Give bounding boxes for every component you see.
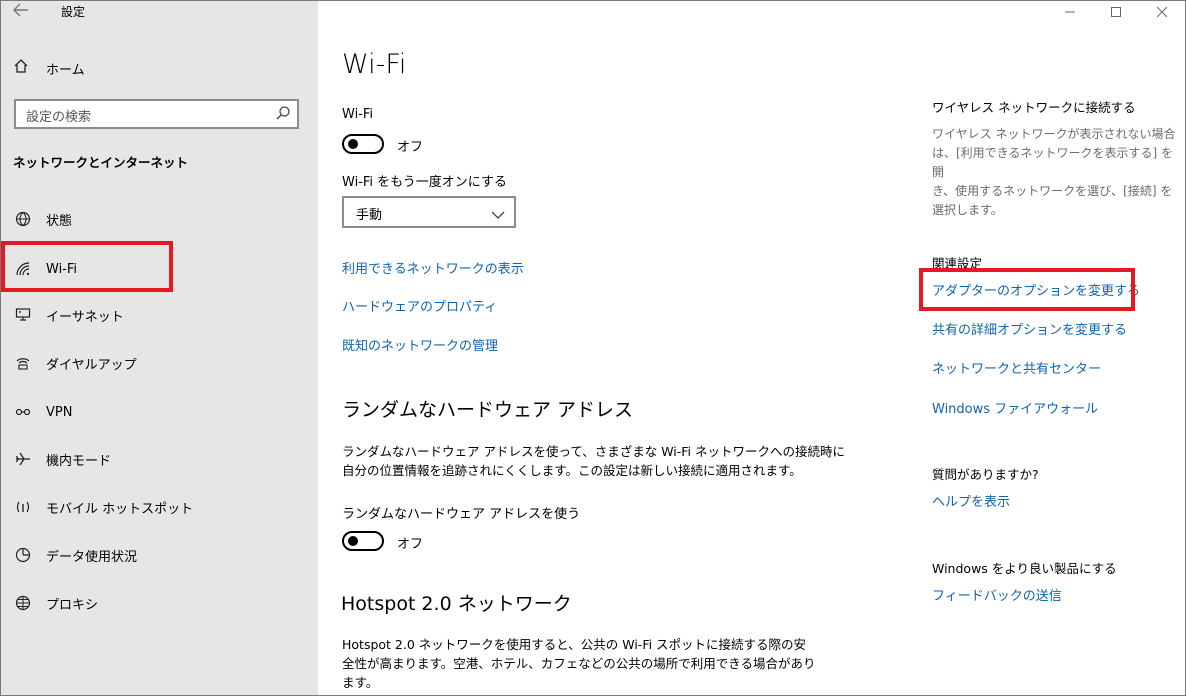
close-icon[interactable] [1139,1,1185,23]
link-hardware-properties[interactable]: ハードウェアのプロパティ [342,296,497,315]
window-controls [1047,1,1185,23]
wireless-desc-line2: は、[利用できるネットワークを表示する] を開 [932,146,1173,179]
wifi-highlight-box [1,241,173,292]
page-title: Wi-Fi [342,49,407,80]
sidebar-item-label: プロキシ [46,597,99,613]
search-placeholder: 設定の検索 [26,110,92,125]
random-hw-desc-line2: 自分の位置情報を追跡されにくくします。この設定は新しい接続に適用されます。 [342,463,802,478]
hotspot-icon [13,497,33,517]
sidebar-item-label: ダイヤルアップ [46,357,137,373]
search-input[interactable]: 設定の検索 [14,99,299,129]
wireless-desc-line3: き、使用するネットワークを選び、[接続] を [932,184,1173,198]
random-hw-toggle-state: オフ [397,537,424,552]
sidebar-item-label: データ使用状況 [46,549,138,565]
chevron-down-icon [491,206,505,219]
sidebar-home[interactable]: ホーム [13,57,85,79]
turn-on-again-dropdown[interactable]: 手動 [342,196,516,228]
wireless-heading: ワイヤレス ネットワークに接続する [932,100,1136,115]
improve-heading: Windows をより良い製品にする [932,561,1117,576]
sidebar-home-label: ホーム [46,62,85,78]
link-manage-known-networks[interactable]: 既知のネットワークの管理 [342,335,498,354]
sidebar-section-title: ネットワークとインターネット [13,155,189,170]
random-hw-heading: ランダムなハードウェア アドレス [342,399,634,421]
sidebar: 設定 ホーム 設定の検索 ネットワークとインターネット 状態 Wi-Fi イーサ… [1,1,318,695]
window-title: 設定 [61,5,86,19]
toggle-knob [348,536,358,546]
sidebar-item-proxy[interactable]: プロキシ [13,591,98,615]
sidebar-item-airplane[interactable]: 機内モード [13,447,111,471]
search-icon[interactable] [275,105,291,121]
minimize-icon[interactable] [1047,1,1093,23]
dropdown-value: 手動 [356,208,383,223]
sidebar-item-vpn[interactable]: VPN [13,400,72,424]
hotspot-desc-line2: 全性が高まります。空港、ホテル、カフェなどの公共の場所で利用できる場合があり [342,656,816,671]
settings-window: 設定 ホーム 設定の検索 ネットワークとインターネット 状態 Wi-Fi イーサ… [0,0,1186,696]
vpn-icon [13,402,33,422]
link-advanced-sharing[interactable]: 共有の詳細オプションを変更する [932,319,1127,338]
back-arrow-icon[interactable] [13,3,33,21]
sidebar-item-hotspot[interactable]: モバイル ホットスポット [13,495,193,519]
data-usage-icon [13,545,33,565]
link-show-networks[interactable]: 利用できるネットワークの表示 [342,258,524,277]
sidebar-item-ethernet[interactable]: イーサネット [13,303,124,327]
random-hw-description: ランダムなハードウェア アドレスを使って、さまざまな Wi-Fi ネットワークへ… [342,442,845,480]
sidebar-item-data-usage[interactable]: データ使用状況 [13,543,137,567]
toggle-knob [348,139,358,149]
random-hw-desc-line1: ランダムなハードウェア アドレスを使って、さまざまな Wi-Fi ネットワークへ… [342,444,845,459]
wireless-desc-line1: ワイヤレス ネットワークが表示されない場合 [932,127,1176,141]
wifi-label: Wi-Fi [342,107,374,122]
question-heading: 質問がありますか? [932,467,1039,482]
wireless-desc-line4: 選択します。 [932,203,1003,217]
wifi-toggle-state: オフ [397,140,424,155]
hotspot-description: Hotspot 2.0 ネットワークを使用すると、公共の Wi-Fi スポットに… [342,635,816,692]
link-windows-firewall[interactable]: Windows ファイアウォール [932,398,1098,417]
link-send-feedback[interactable]: フィードバックの送信 [932,585,1062,604]
random-hw-toggle-label: ランダムなハードウェア アドレスを使う [342,507,581,522]
sidebar-item-label: VPN [46,404,73,420]
globe-status-icon [13,209,33,229]
proxy-globe-icon [13,593,33,613]
home-icon [13,58,33,78]
random-hw-toggle[interactable] [342,531,384,551]
ethernet-icon [13,305,33,325]
link-get-help[interactable]: ヘルプを表示 [932,491,1010,510]
turn-on-again-label: Wi-Fi をもう一度オンにする [342,175,507,190]
sidebar-item-label: モバイル ホットスポット [46,501,194,517]
sidebar-item-dialup[interactable]: ダイヤルアップ [13,351,137,375]
sidebar-item-label: 状態 [46,213,73,229]
hotspot-heading: Hotspot 2.0 ネットワーク [341,593,572,615]
link-network-sharing-center[interactable]: ネットワークと共有センター [932,358,1101,377]
airplane-icon [13,449,33,469]
hotspot-desc-line1: Hotspot 2.0 ネットワークを使用すると、公共の Wi-Fi スポットに… [342,637,807,652]
dialup-icon [13,353,33,373]
adapter-highlight-box [919,268,1135,311]
sidebar-item-label: 機内モード [46,453,112,469]
hotspot-desc-line3: ます。 [342,675,379,690]
sidebar-item-status[interactable]: 状態 [13,207,72,231]
sidebar-item-label: イーサネット [46,309,124,325]
maximize-icon[interactable] [1093,1,1139,23]
wifi-toggle[interactable] [342,134,384,154]
wireless-description: ワイヤレス ネットワークが表示されない場合 は、[利用できるネットワークを表示す… [932,125,1177,220]
